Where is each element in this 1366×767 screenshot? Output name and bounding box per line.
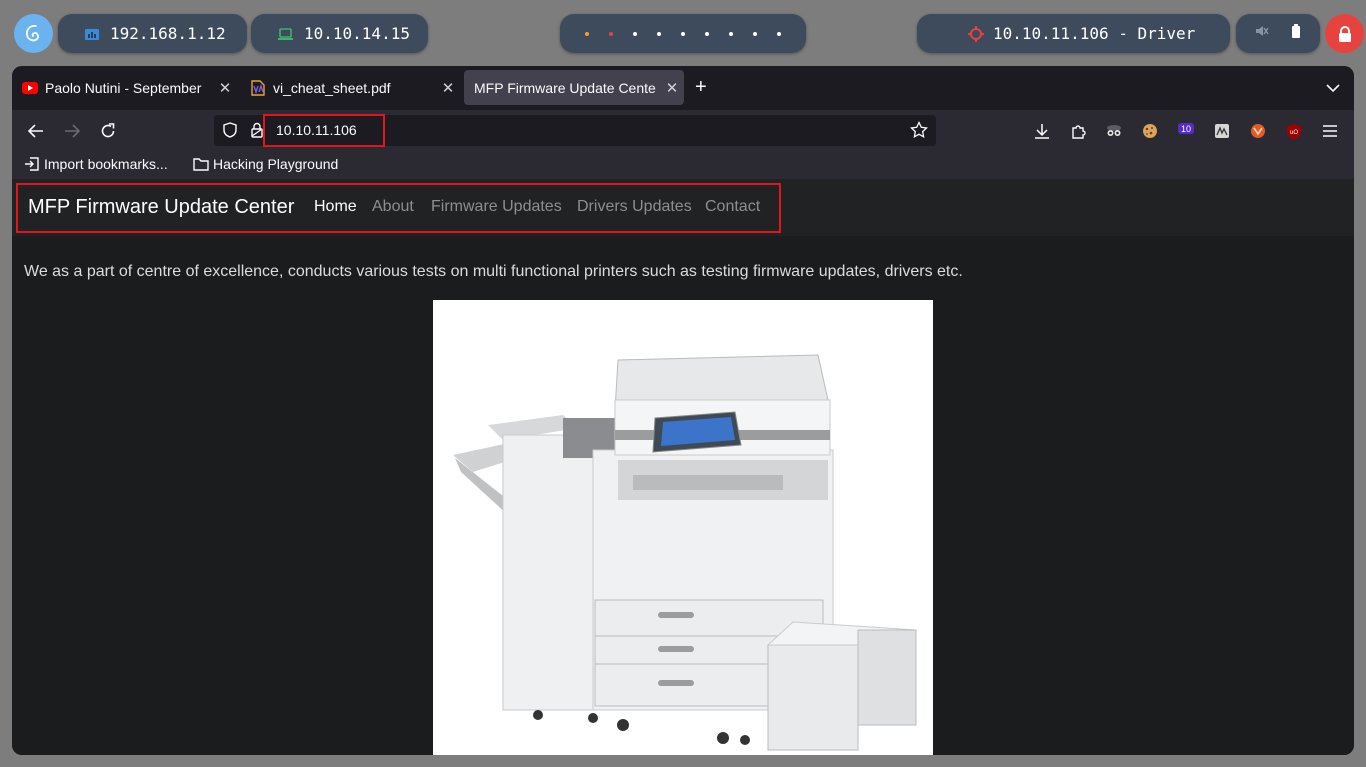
workspace-dot-active[interactable]: [585, 31, 589, 36]
multifunction-printer-image: [453, 354, 917, 751]
vpn-ip-widget[interactable]: 10.10.14.15: [251, 14, 428, 53]
import-icon: [25, 157, 39, 171]
ublock-origin-icon[interactable]: uO: [1284, 121, 1304, 141]
bookmark-label: Import bookmarks...: [44, 156, 168, 172]
downloads-icon[interactable]: [1032, 121, 1052, 141]
target-widget[interactable]: 10.10.11.106 - Driver: [917, 14, 1230, 53]
desktop-menu-button[interactable]: [14, 14, 53, 53]
local-ip-widget[interactable]: 192.168.1.12: [58, 14, 247, 53]
bookmark-folder-hacking[interactable]: Hacking Playground: [193, 156, 338, 172]
workspace-dot[interactable]: [609, 31, 613, 36]
chevron-down-icon[interactable]: [1326, 80, 1340, 98]
workspace-dot[interactable]: [705, 31, 709, 36]
target-text: 10.10.11.106 - Driver: [993, 24, 1196, 43]
spy-extension-icon[interactable]: [1104, 121, 1124, 141]
reload-icon[interactable]: [98, 121, 118, 141]
vpn-ip-text: 10.10.14.15: [304, 24, 410, 43]
tab-bar: Paolo Nutini - September ✕ vi_cheat_shee…: [12, 66, 1354, 110]
navbar-highlight-box: [16, 183, 781, 233]
tab-title: MFP Firmware Update Cente: [474, 79, 656, 96]
close-tab-icon[interactable]: ✕: [215, 79, 235, 97]
web-page: MFP Firmware Update Center Home About Fi…: [12, 179, 1354, 755]
browser-window: Paolo Nutini - September ✕ vi_cheat_shee…: [12, 66, 1354, 755]
bookmark-import[interactable]: Import bookmarks...: [24, 156, 168, 172]
tab-pdf[interactable]: vi_cheat_sheet.pdf ✕: [240, 70, 460, 105]
system-tray[interactable]: [1236, 14, 1320, 53]
close-tab-icon[interactable]: ✕: [662, 79, 682, 97]
foxyproxy-icon[interactable]: [1248, 121, 1268, 141]
tab-youtube[interactable]: Paolo Nutini - September ✕: [12, 70, 237, 105]
hamburger-menu-icon[interactable]: [1320, 121, 1340, 141]
laptop-icon: [277, 27, 294, 41]
bookmarks-toolbar: Import bookmarks... Hacking Playground: [12, 151, 1354, 179]
bookmark-star-icon[interactable]: [909, 120, 929, 140]
folder-icon: [193, 158, 209, 171]
intro-text: We as a part of centre of excellence, co…: [24, 263, 963, 280]
lock-button[interactable]: [1325, 14, 1364, 53]
navigation-toolbar: 10.10.11.106 10 uO: [12, 110, 1354, 151]
tab-title: Paolo Nutini - September: [45, 79, 202, 96]
workspace-dot[interactable]: [657, 31, 661, 36]
bookmark-label: Hacking Playground: [213, 156, 339, 172]
tab-mfp-active[interactable]: MFP Firmware Update Cente ✕: [464, 70, 684, 105]
workspace-dot[interactable]: [633, 31, 637, 36]
workspace-dot[interactable]: [753, 31, 757, 36]
close-tab-icon[interactable]: ✕: [438, 79, 458, 97]
wappalyzer-icon[interactable]: [1212, 121, 1232, 141]
lock-icon: [1338, 25, 1351, 42]
youtube-icon: [22, 80, 38, 96]
debian-logo-icon: [25, 24, 39, 41]
volume-muted-icon[interactable]: [1255, 24, 1269, 43]
extensions-puzzle-icon[interactable]: [1068, 121, 1088, 141]
target-crosshair-icon: [968, 25, 984, 42]
network-icon: [84, 26, 100, 42]
new-tab-icon[interactable]: +: [695, 77, 707, 97]
tab-title: vi_cheat_sheet.pdf: [273, 79, 391, 96]
battery-icon[interactable]: [1291, 23, 1301, 44]
printer-image: [433, 300, 933, 755]
extension-badge-icon[interactable]: 10: [1176, 121, 1196, 141]
workspace-dot[interactable]: [681, 31, 685, 36]
local-ip-text: 192.168.1.12: [110, 24, 226, 43]
shield-icon[interactable]: [220, 120, 240, 140]
workspace-switcher[interactable]: [560, 14, 806, 53]
forward-arrow-icon[interactable]: [62, 121, 82, 141]
extension-badge-count: 10: [1181, 124, 1191, 134]
svg-text:uO: uO: [1290, 130, 1298, 136]
pdf-icon: [250, 79, 266, 96]
workspace-dot[interactable]: [729, 31, 733, 36]
cookie-editor-icon[interactable]: [1140, 121, 1160, 141]
back-arrow-icon[interactable]: [26, 121, 46, 141]
workspace-dot[interactable]: [777, 31, 781, 36]
url-highlight-box: [263, 114, 385, 147]
